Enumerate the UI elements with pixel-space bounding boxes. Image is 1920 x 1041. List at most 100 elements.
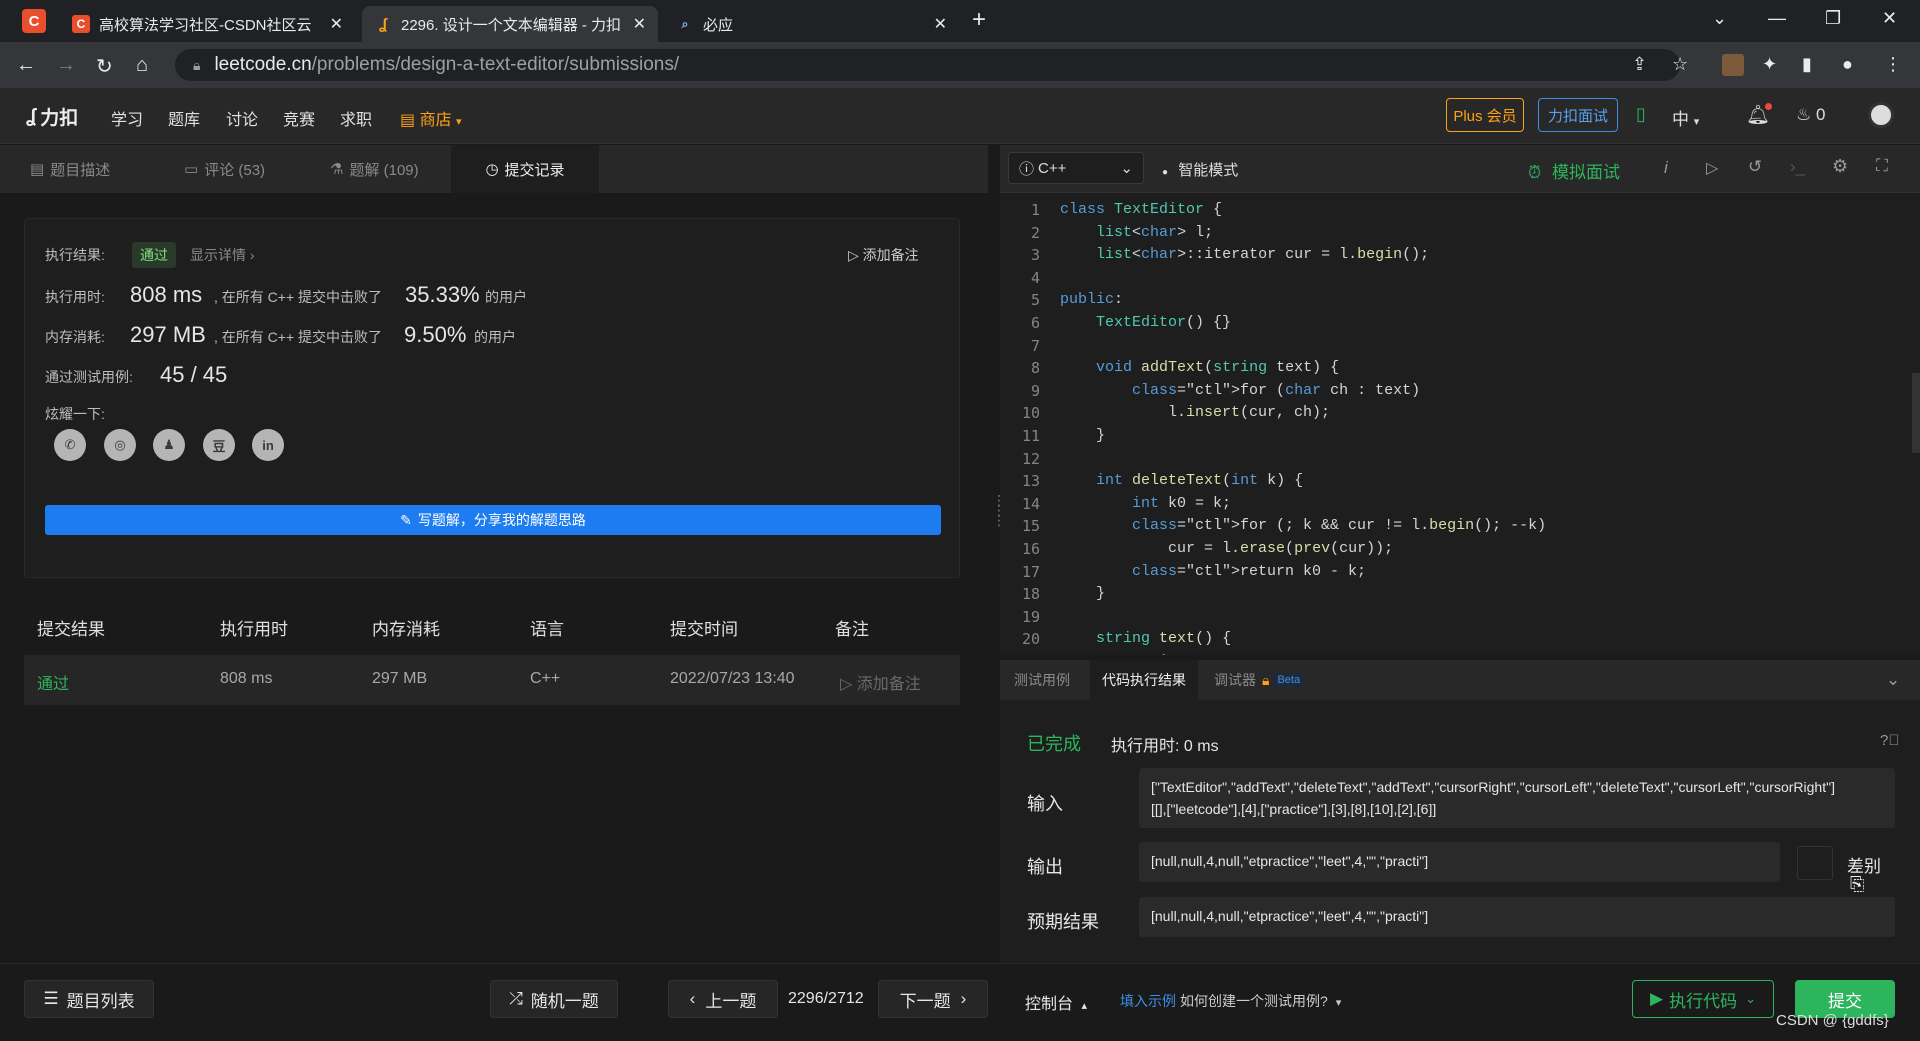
panel-splitter[interactable]: ⋮ ⋮ ⋮: [988, 145, 1006, 963]
search-favicon-icon: ⌕: [681, 16, 689, 31]
show-details-link[interactable]: 显示详情 ›: [190, 245, 255, 265]
tab-solutions[interactable]: ⚗ 题解 (109): [330, 145, 460, 193]
tab-close-icon[interactable]: ✕: [633, 14, 646, 34]
tab-close-icon[interactable]: ✕: [330, 14, 343, 34]
write-solution-button[interactable]: ✎ 写题解，分享我的解题思路: [45, 505, 941, 535]
row-result[interactable]: 通过: [37, 670, 69, 694]
forward-arrow-icon[interactable]: →: [56, 54, 76, 77]
back-arrow-icon[interactable]: ←: [16, 54, 36, 77]
tab-submissions[interactable]: ◷ 提交记录: [451, 145, 599, 193]
douban-icon[interactable]: 豆: [203, 429, 235, 461]
nav-shop[interactable]: ▤ 商店 ▾: [400, 106, 462, 130]
help-icon[interactable]: ?⃝: [1880, 732, 1900, 749]
line-number: 15: [1021, 517, 1040, 536]
diff-toggle[interactable]: [1797, 846, 1833, 880]
bell-icon[interactable]: 🔔︎: [1746, 103, 1773, 127]
linkedin-icon[interactable]: in: [252, 429, 284, 461]
line-number: 9: [1030, 381, 1040, 400]
smart-mode[interactable]: ● 智能模式: [1162, 159, 1238, 180]
console-toggle[interactable]: 控制台 ▴: [1025, 990, 1087, 1014]
plus-member-button[interactable]: Plus 会员: [1446, 98, 1524, 132]
fill-example-link[interactable]: 填入示例: [1120, 991, 1176, 1011]
info-italic-icon[interactable]: i: [1664, 158, 1668, 178]
language-switch[interactable]: 中 ▾: [1672, 105, 1699, 130]
collapse-chevron-icon[interactable]: ⌄: [1886, 670, 1900, 690]
address-path: /problems/design-a-text-editor/submissio…: [311, 54, 680, 75]
nav-learn[interactable]: 学习: [111, 106, 143, 130]
editor-scrollbar[interactable]: [1912, 373, 1920, 453]
browser-app-icon[interactable]: C: [22, 9, 46, 33]
testcases-value: 45 / 45: [160, 362, 228, 387]
notification-dot: [1765, 103, 1773, 110]
tab-testcase[interactable]: 测试用例: [1014, 660, 1070, 700]
bookmark-star-icon[interactable]: ☆: [1672, 54, 1688, 75]
browser-tab-leetcode[interactable]: ʆ 2296. 设计一个文本编辑器 - 力扣 ✕: [362, 6, 658, 42]
leetcode-logo[interactable]: ʆ 力扣: [26, 103, 78, 130]
sidepanel-icon[interactable]: ▮: [1802, 54, 1812, 75]
language-select[interactable]: ⓘ C++ ⌄: [1008, 152, 1144, 184]
line-number: 1: [1030, 201, 1040, 219]
tab-close-icon[interactable]: ✕: [934, 14, 947, 34]
nav-problemset[interactable]: 题库: [168, 106, 200, 130]
puzzle-extensions-icon[interactable]: ✦: [1762, 54, 1777, 75]
flame-icon: ♨: [1796, 105, 1812, 124]
how-create-testcase[interactable]: 如何创建一个测试用例? ▾: [1180, 991, 1341, 1011]
row-add-note[interactable]: ▷ 添加备注: [840, 670, 921, 694]
code-line: string text() {: [1096, 630, 1232, 648]
tab-run-result[interactable]: 代码执行结果: [1090, 660, 1198, 700]
menu-kebab-icon[interactable]: ⋮: [1884, 54, 1902, 75]
settings-gear-icon[interactable]: ⚙: [1832, 156, 1848, 177]
tab-debugger[interactable]: 调试器 🔒︎ Beta: [1214, 660, 1305, 700]
output-box: [null,null,4,null,"etpractice","leet",4,…: [1139, 842, 1780, 882]
home-icon[interactable]: ⌂: [136, 54, 148, 77]
browser-tab-csdn[interactable]: C 高校算法学习社区-CSDN社区云 ✕: [60, 6, 355, 42]
user-avatar[interactable]: [1868, 102, 1894, 128]
run-code-button[interactable]: ▶ 执行代码 ⌄: [1632, 980, 1774, 1018]
prev-problem-button[interactable]: ‹ 上一题: [668, 980, 778, 1018]
wechat-icon[interactable]: ✆: [54, 429, 86, 461]
fullscreen-icon[interactable]: ⛶: [1876, 156, 1888, 176]
code-line: l.insert(cur, ch);: [1060, 404, 1331, 422]
language-value: C++: [1038, 159, 1067, 177]
nav-jobs[interactable]: 求职: [340, 106, 372, 130]
comment-icon: ▭: [184, 161, 199, 178]
minimize-button[interactable]: —: [1768, 8, 1786, 29]
add-note-button[interactable]: ▷ 添加备注: [848, 245, 919, 265]
line-number: 10: [1021, 404, 1040, 423]
col-time: 提交时间: [670, 620, 738, 639]
new-tab-button[interactable]: +: [972, 6, 986, 34]
expected-box: [null,null,4,null,"etpractice","leet",4,…: [1139, 897, 1895, 937]
points[interactable]: ♨ 0: [1796, 105, 1825, 125]
address-bar[interactable]: 🔒︎ leetcode.cn /problems/design-a-text-e…: [175, 49, 1680, 81]
code-editor[interactable]: 1 class TextEditor {2 list<char> l; 3 list…: [1000, 193, 1920, 655]
browser-tab-bing[interactable]: ⌕ 必应 ✕: [664, 6, 959, 42]
line-number: 19: [1021, 607, 1040, 626]
next-problem-button[interactable]: 下一题 ›: [878, 980, 988, 1018]
status-badge: 通过: [132, 242, 176, 268]
problem-list-button[interactable]: ☰ 题目列表: [24, 980, 154, 1018]
interview-button[interactable]: 力扣面试: [1538, 98, 1618, 132]
profile-icon[interactable]: ●: [1842, 54, 1853, 75]
input-line-1: ["TextEditor","addText","deleteText","ad…: [1151, 779, 1835, 795]
reset-icon[interactable]: ↺: [1748, 157, 1762, 177]
mobile-icon[interactable]: ▯: [1636, 104, 1646, 125]
share-icon[interactable]: ⇪: [1632, 54, 1647, 75]
random-problem-button[interactable]: ⤮ 随机一题: [490, 980, 618, 1018]
nav-contest[interactable]: 竞赛: [283, 106, 315, 130]
terminal-icon[interactable]: ›_: [1790, 157, 1805, 177]
tab-comments[interactable]: ▭ 评论 (53): [184, 145, 314, 193]
maximize-button[interactable]: ❐: [1825, 8, 1841, 29]
weibo-icon[interactable]: ◎: [104, 429, 136, 461]
reload-icon[interactable]: ↻: [96, 54, 113, 79]
close-window-button[interactable]: ✕: [1882, 8, 1897, 29]
debugger-label: 调试器: [1214, 672, 1256, 688]
table-row[interactable]: [24, 655, 960, 705]
extension-avatar-icon[interactable]: [1722, 54, 1744, 76]
mock-interview-button[interactable]: ⏰︎ 模拟面试: [1528, 158, 1620, 183]
run-triangle-icon[interactable]: ▷: [1706, 158, 1718, 178]
qq-icon[interactable]: ♟: [153, 429, 185, 461]
smart-mode-label: 智能模式: [1178, 162, 1239, 179]
nav-discuss[interactable]: 讨论: [226, 106, 258, 130]
tab-description[interactable]: ▤ 题目描述: [30, 145, 150, 193]
tab-search-icon[interactable]: ⌄: [1712, 8, 1727, 29]
